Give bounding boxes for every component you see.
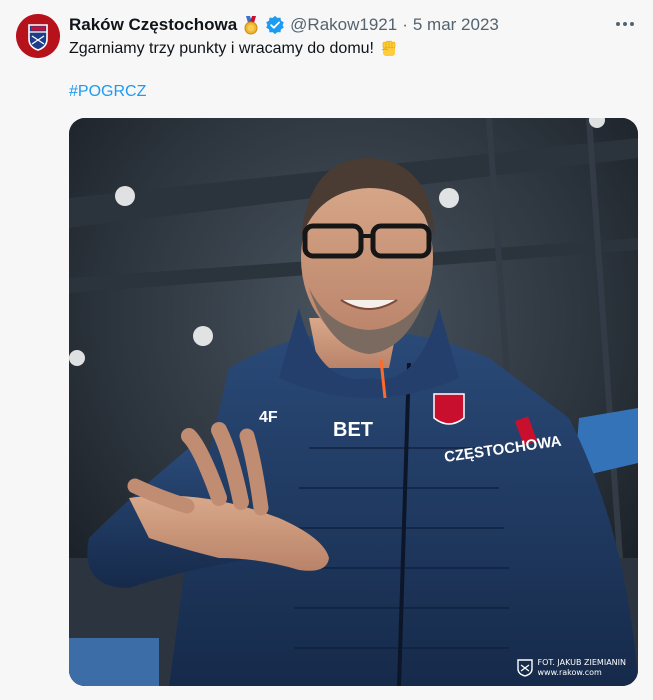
tweet-header: Raków Częstochowa @Rakow1921 · 5 mar 202… [69, 13, 613, 37]
more-options-button[interactable] [611, 12, 639, 36]
verified-icon[interactable] [265, 15, 285, 35]
jacket-sponsor-text: BET [333, 419, 373, 441]
hashtag-link[interactable]: #POGRCZ [69, 83, 146, 101]
display-name[interactable]: Raków Częstochowa [69, 15, 237, 35]
raised-fist-emoji-icon [379, 39, 399, 59]
more-horizontal-icon [616, 22, 634, 26]
user-handle[interactable]: @Rakow1921 [290, 15, 397, 35]
medal-icon [241, 15, 261, 35]
separator-dot: · [402, 15, 408, 34]
photo-credit-watermark: FOT. JAKUB ZIEMIANIN www.rakow.com [516, 658, 627, 678]
photo-credit: FOT. JAKUB ZIEMIANIN [537, 658, 627, 667]
rakow-crest-icon [16, 14, 60, 58]
tweet-text-row: Zgarniamy trzy punkty i wracamy do domu! [69, 38, 399, 60]
avatar[interactable] [16, 14, 60, 58]
jacket-brand-text: 4F [259, 409, 278, 426]
photo-credit-url: www.rakow.com [537, 668, 602, 677]
photo-coach-celebrating: 4F BET CZĘSTOCHOWA [69, 118, 638, 686]
tweet-photo[interactable]: 4F BET CZĘSTOCHOWA FOT. JAKUB ZIEMIANIN … [69, 118, 638, 686]
tweet-text: Zgarniamy trzy punkty i wracamy do domu! [69, 40, 374, 57]
tweet-date[interactable]: 5 mar 2023 [413, 15, 499, 35]
tweet: Raków Częstochowa @Rakow1921 · 5 mar 202… [0, 0, 653, 700]
rakow-logo-icon [516, 659, 533, 677]
